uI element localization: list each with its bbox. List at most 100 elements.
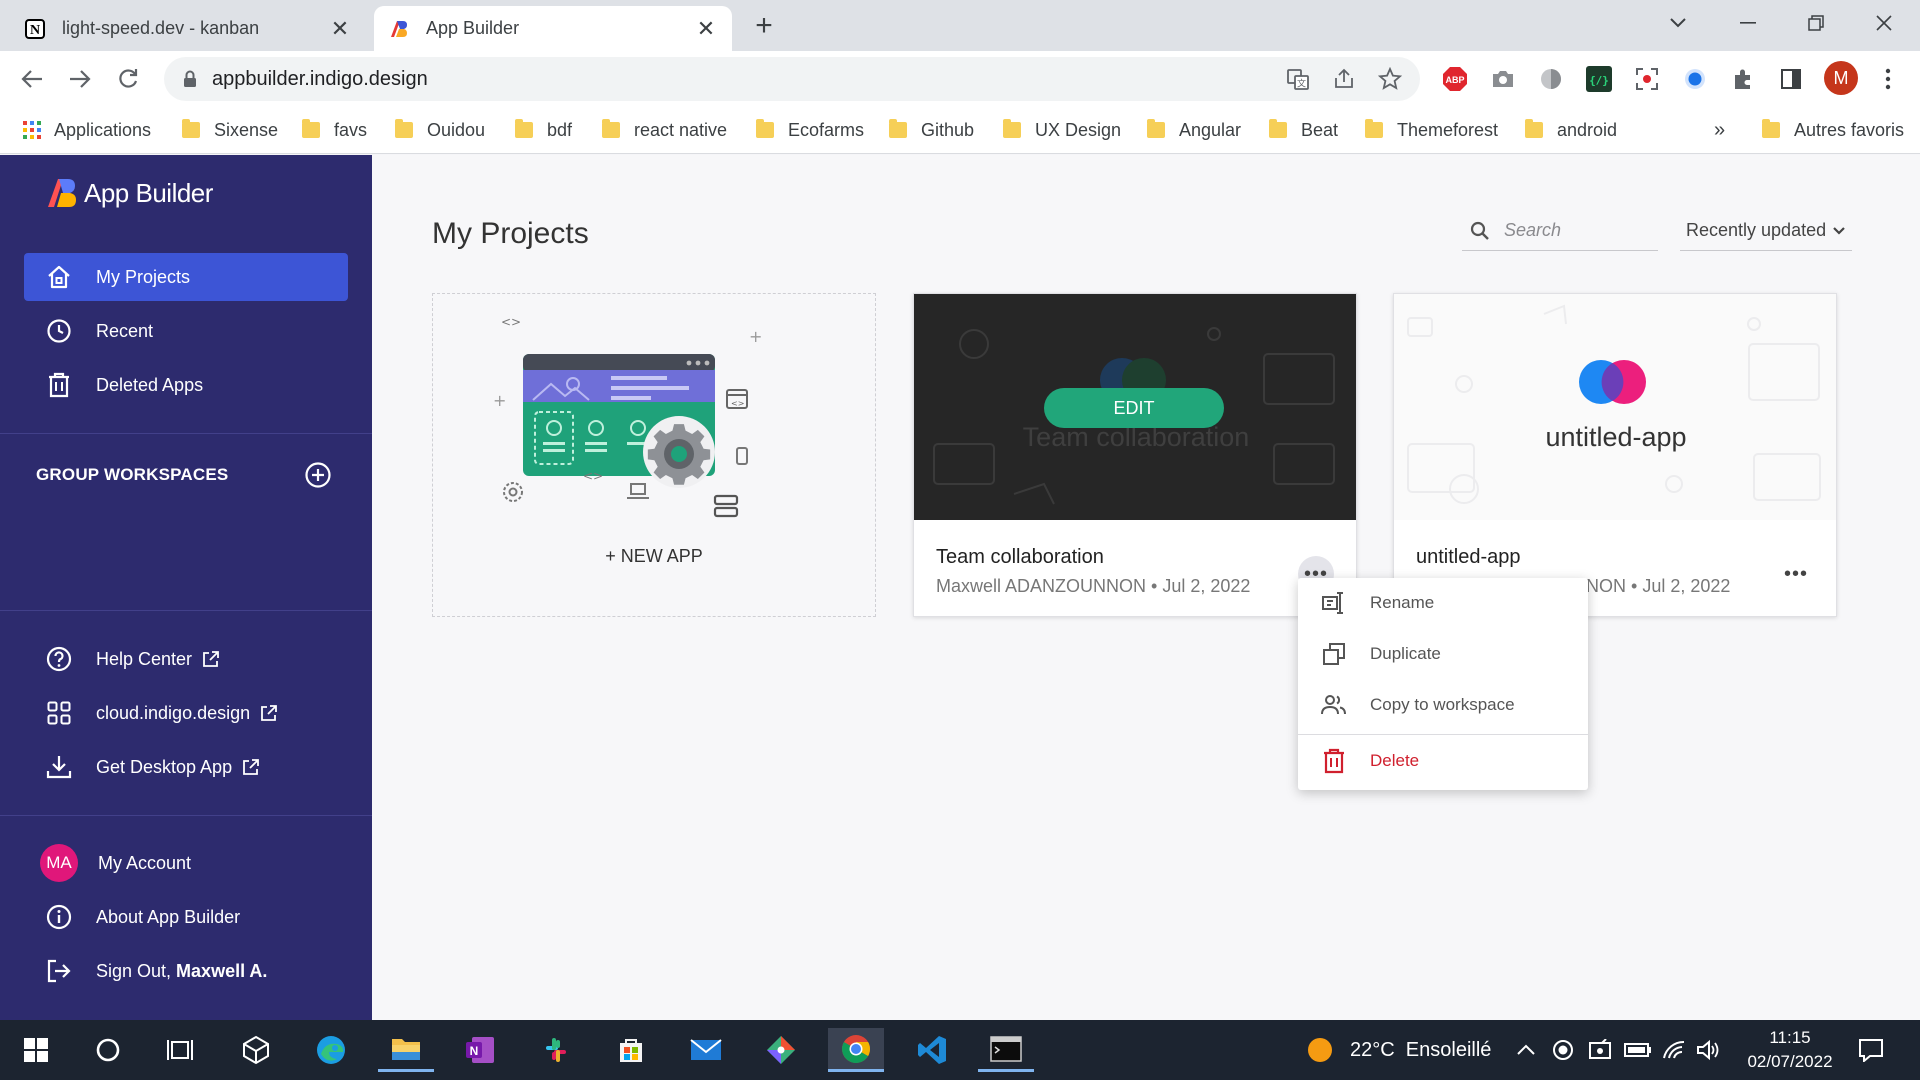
project-thumbnail: untitled-app [1394,294,1836,520]
more-options-button[interactable]: ••• [1778,556,1814,592]
mail-icon[interactable] [678,1028,734,1072]
extension-half-icon[interactable] [1537,65,1565,93]
menu-item-rename[interactable]: Rename [1298,578,1588,628]
bookmark-folder[interactable]: android [1525,115,1617,145]
adblock-icon[interactable]: ABP [1441,65,1469,93]
edge-browser-icon[interactable] [303,1028,359,1072]
notification-center-icon[interactable] [1858,1020,1884,1080]
sidebar-item-my-projects[interactable]: My Projects [24,253,348,301]
windows-taskbar: N 22°C Ensoleillé 11:15 02/07/2022 [0,1020,1920,1080]
reload-icon[interactable] [112,63,144,95]
project-card-team-collaboration[interactable]: Team collaboration EDIT Team collaborati… [913,293,1357,617]
camera-icon[interactable] [1489,65,1517,93]
chrome-icon[interactable] [828,1028,884,1072]
profile-avatar[interactable]: M [1824,61,1858,95]
other-bookmarks-folder[interactable]: Autres favoris [1762,115,1904,145]
tab-app-builder[interactable]: App Builder ✕ [374,6,732,51]
bookmark-star-icon[interactable] [1377,66,1403,96]
bookmark-folder[interactable]: bdf [515,115,572,145]
weather-widget[interactable]: 22°C Ensoleillé [1306,1020,1491,1080]
side-panel-icon[interactable] [1777,65,1805,93]
bookmark-folder[interactable]: Beat [1269,115,1338,145]
sign-out-link[interactable]: Sign Out, Maxwell A. [24,947,348,995]
folder-icon [1147,119,1165,138]
menu-item-duplicate[interactable]: Duplicate [1298,629,1588,679]
bookmark-folder[interactable]: Angular [1147,115,1241,145]
help-center-link[interactable]: Help Center [24,635,348,683]
menu-item-delete[interactable]: Delete [1298,736,1588,786]
slack-icon[interactable] [528,1028,584,1072]
menu-divider [1298,734,1588,735]
vscode-icon[interactable] [904,1028,960,1072]
search-input[interactable]: Search [1462,211,1658,251]
sidebar-item-recent[interactable]: Recent [24,307,348,355]
bookmark-applications[interactable]: Applications [22,115,151,145]
bookmark-folder[interactable]: UX Design [1003,115,1121,145]
close-window-icon[interactable] [1856,6,1912,40]
tab-search-icon[interactable] [1650,6,1706,40]
close-tab-icon[interactable]: ✕ [328,16,352,41]
bookmark-folder[interactable]: Ecofarms [756,115,864,145]
bookmark-label: Themeforest [1397,119,1499,140]
git-client-icon[interactable] [753,1028,809,1072]
bookmarks-overflow-button[interactable]: » [1714,115,1725,145]
my-account-link[interactable]: MA My Account [24,839,348,887]
bookmark-folder[interactable]: react native [602,115,727,145]
sort-dropdown[interactable]: Recently updated [1680,211,1852,251]
blue-dot-extension-icon[interactable] [1681,65,1709,93]
terminal-icon[interactable] [978,1028,1034,1072]
task-view-icon[interactable] [152,1028,208,1072]
battery-icon[interactable] [1624,1020,1652,1080]
bookmark-label: Beat [1301,119,1339,140]
code-extension-icon[interactable]: {/} [1585,65,1613,93]
about-app-builder-link[interactable]: About App Builder [24,893,348,941]
new-tab-button[interactable]: + [748,9,780,42]
screen-capture-icon[interactable] [1588,1020,1612,1080]
extensions-puzzle-icon[interactable] [1729,65,1757,93]
edit-button[interactable]: EDIT [1044,388,1224,428]
bookmarks-bar: Applications Sixense favs Ouidou bdf rea… [0,107,1920,154]
show-hidden-icons-chevron-up-icon[interactable] [1516,1020,1536,1080]
kebab-menu-icon[interactable] [1874,65,1902,93]
close-tab-icon[interactable]: ✕ [694,16,718,41]
forward-icon[interactable] [64,63,96,95]
cloud-indigo-link[interactable]: cloud.indigo.design [24,689,348,737]
screenshot-icon[interactable] [1633,65,1661,93]
bookmark-folder[interactable]: Themeforest [1365,115,1498,145]
project-card-untitled-app[interactable]: untitled-app untitled-app Maxwell ADANZO… [1393,293,1837,617]
bookmark-folder[interactable]: Github [889,115,974,145]
bookmark-label: Applications [54,119,152,140]
url-text: appbuilder.indigo.design [212,67,428,90]
restore-icon[interactable] [1788,6,1844,40]
start-button-windows-icon[interactable] [8,1028,64,1072]
bookmark-folder[interactable]: favs [302,115,367,145]
project-thumbnail: Team collaboration EDIT [914,294,1356,520]
record-icon[interactable] [1552,1020,1574,1080]
wifi-icon[interactable] [1662,1020,1686,1080]
sun-weather-icon [1306,1036,1334,1064]
volume-icon[interactable] [1696,1020,1720,1080]
taskbar-clock[interactable]: 11:15 02/07/2022 [1736,1026,1844,1074]
brand-name: App Builder [84,177,213,208]
add-workspace-icon[interactable] [304,461,332,489]
bookmark-folder[interactable]: Sixense [182,115,278,145]
share-icon[interactable] [1332,67,1356,96]
file-explorer-icon[interactable] [378,1028,434,1072]
get-desktop-app-link[interactable]: Get Desktop App [24,743,348,791]
brand-logo[interactable]: App Builder [46,177,213,209]
onenote-icon[interactable]: N [452,1028,508,1072]
cube-app-icon[interactable] [228,1028,284,1072]
tab-kanban[interactable]: N light-speed.dev - kanban ✕ [10,6,366,51]
clock-icon [44,316,74,346]
bookmark-folder[interactable]: Ouidou [395,115,485,145]
new-app-card[interactable]: <> + + <> <> + NEW APP [432,293,876,617]
microsoft-store-icon[interactable] [603,1028,659,1072]
omnibox[interactable]: appbuilder.indigo.design 文 [164,57,1420,101]
cortana-search-icon[interactable] [80,1028,136,1072]
translate-icon[interactable]: 文 [1286,67,1310,96]
sign-out-label: Sign Out, Maxwell A. [96,961,267,982]
menu-item-copy-to-workspace[interactable]: Copy to workspace [1298,680,1588,730]
back-icon[interactable] [16,63,48,95]
sidebar-item-deleted-apps[interactable]: Deleted Apps [24,361,348,409]
minimize-icon[interactable] [1720,6,1776,40]
